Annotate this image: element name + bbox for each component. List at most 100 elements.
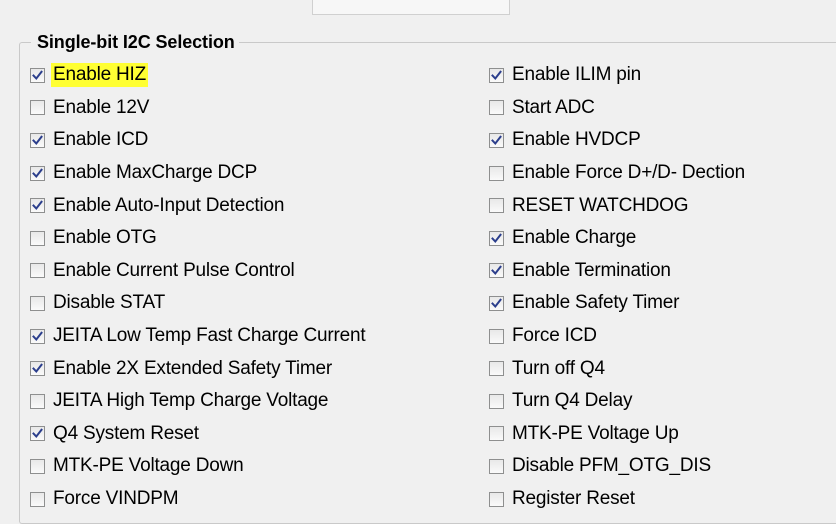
checkbox-box[interactable] xyxy=(30,426,45,442)
checkbox-label: Enable Auto-Input Detection xyxy=(53,194,285,216)
checkbox-enable-termination[interactable]: Enable Termination xyxy=(489,255,747,288)
checkbox-box[interactable] xyxy=(30,295,45,311)
check-mark-icon xyxy=(491,298,502,308)
checkbox-q4-system-reset[interactable]: Q4 System Reset xyxy=(30,418,367,451)
checkbox-label: Disable PFM_OTG_DIS xyxy=(512,455,711,477)
checkbox-box[interactable] xyxy=(489,67,504,83)
checkbox-label: Enable 2X Extended Safety Timer xyxy=(53,357,332,379)
checkbox-turn-off-q4[interactable]: Turn off Q4 xyxy=(489,352,747,385)
checkbox-box[interactable] xyxy=(489,393,504,409)
checkbox-label: Enable Termination xyxy=(512,259,671,281)
checkbox-box[interactable] xyxy=(30,393,45,409)
checkbox-enable-otg[interactable]: Enable OTG xyxy=(30,222,367,255)
checkbox-force-icd[interactable]: Force ICD xyxy=(489,320,747,353)
checkbox-jeita-low-temp-fast-charge-current[interactable]: JEITA Low Temp Fast Charge Current xyxy=(30,320,367,353)
checkbox-label: Enable HVDCP xyxy=(512,129,641,151)
checkbox-label: Enable Charge xyxy=(512,227,637,249)
checkbox-box[interactable] xyxy=(489,100,504,116)
check-mark-icon xyxy=(32,330,43,341)
checkbox-box[interactable] xyxy=(30,132,45,148)
checkbox-box[interactable] xyxy=(489,165,504,181)
checkbox-enable-charge[interactable]: Enable Charge xyxy=(489,222,747,255)
checkbox-enable-hvdcp[interactable]: Enable HVDCP xyxy=(489,124,747,157)
checkbox-box[interactable] xyxy=(489,230,504,246)
checkbox-label: RESET WATCHDOG xyxy=(512,194,689,216)
checkbox-label: Force VINDPM xyxy=(53,488,179,510)
check-mark-icon xyxy=(32,200,43,211)
checkbox-enable-hiz[interactable]: Enable HIZ xyxy=(30,59,367,92)
checkbox-label: Enable ILIM pin xyxy=(512,64,642,86)
checkbox-box[interactable] xyxy=(30,67,45,83)
checkbox-box[interactable] xyxy=(489,491,504,507)
checkbox-disable-stat[interactable]: Disable STAT xyxy=(30,287,367,320)
checkbox-box[interactable] xyxy=(30,165,45,181)
check-mark-icon xyxy=(32,167,43,178)
checkbox-box[interactable] xyxy=(30,198,45,214)
checkbox-box[interactable] xyxy=(30,361,45,377)
check-mark-icon xyxy=(32,363,43,374)
checkbox-box[interactable] xyxy=(30,263,45,279)
check-mark-icon xyxy=(491,265,502,276)
checkbox-enable-force-d-d-dection[interactable]: Enable Force D+/D- Dection xyxy=(489,157,747,190)
right-options-column: Enable ILIM pin Start ADC Enable HVDCP Enab… xyxy=(489,59,747,515)
checkbox-label: MTK-PE Voltage Up xyxy=(512,422,679,444)
checkbox-enable-maxcharge-dcp[interactable]: Enable MaxCharge DCP xyxy=(30,157,367,190)
checkbox-label: Enable HIZ xyxy=(51,63,149,88)
checkbox-box[interactable] xyxy=(489,458,504,474)
checkbox-disable-pfm-otg-dis[interactable]: Disable PFM_OTG_DIS xyxy=(489,450,747,483)
checkbox-label: MTK-PE Voltage Down xyxy=(53,455,244,477)
group-title: Single-bit I2C Selection xyxy=(31,31,239,53)
checkbox-label: Turn Q4 Delay xyxy=(512,390,633,412)
checkbox-box[interactable] xyxy=(30,328,45,344)
checkbox-label: Enable Current Pulse Control xyxy=(53,259,295,281)
check-mark-icon xyxy=(32,70,43,80)
left-options-column: Enable HIZ Enable 12V Enable ICD Enable Max… xyxy=(30,59,367,515)
checkbox-label: Enable ICD xyxy=(53,129,149,151)
checkbox-label: Q4 System Reset xyxy=(53,422,199,444)
checkbox-enable-safety-timer[interactable]: Enable Safety Timer xyxy=(489,287,747,320)
checkbox-jeita-high-temp-charge-voltage[interactable]: JEITA High Temp Charge Voltage xyxy=(30,385,367,418)
checkbox-register-reset[interactable]: Register Reset xyxy=(489,483,747,516)
checkbox-mtk-pe-voltage-up[interactable]: MTK-PE Voltage Up xyxy=(489,418,747,451)
checkbox-mtk-pe-voltage-down[interactable]: MTK-PE Voltage Down xyxy=(30,450,367,483)
checkbox-box[interactable] xyxy=(489,198,504,214)
checkbox-enable-12v[interactable]: Enable 12V xyxy=(30,92,367,125)
checkbox-label: Register Reset xyxy=(512,488,635,510)
checkbox-box[interactable] xyxy=(489,361,504,377)
checkbox-enable-current-pulse-control[interactable]: Enable Current Pulse Control xyxy=(30,255,367,288)
checkbox-box[interactable] xyxy=(30,230,45,246)
checkbox-box[interactable] xyxy=(489,426,504,442)
checkbox-enable-icd[interactable]: Enable ICD xyxy=(30,124,367,157)
check-mark-icon xyxy=(491,70,502,80)
checkbox-label: JEITA Low Temp Fast Charge Current xyxy=(53,325,366,347)
check-mark-icon xyxy=(491,233,502,243)
check-mark-icon xyxy=(32,428,43,439)
checkbox-label: Start ADC xyxy=(512,96,595,118)
checkbox-enable-ilim-pin[interactable]: Enable ILIM pin xyxy=(489,59,747,92)
checkbox-label: Turn off Q4 xyxy=(512,357,605,379)
top-tab[interactable] xyxy=(312,0,510,15)
checkbox-box[interactable] xyxy=(30,100,45,116)
checkbox-label: Enable MaxCharge DCP xyxy=(53,162,258,184)
checkbox-box[interactable] xyxy=(30,458,45,474)
check-mark-icon xyxy=(32,135,43,146)
checkbox-turn-q4-delay[interactable]: Turn Q4 Delay xyxy=(489,385,747,418)
checkbox-label: Enable 12V xyxy=(53,96,150,118)
checkbox-label: Enable Force D+/D- Dection xyxy=(512,162,745,184)
checkbox-box[interactable] xyxy=(30,491,45,507)
checkbox-label: Disable STAT xyxy=(53,292,165,314)
checkbox-enable-2x-extended-safety-timer[interactable]: Enable 2X Extended Safety Timer xyxy=(30,352,367,385)
checkbox-label: Enable Safety Timer xyxy=(512,292,680,314)
checkbox-reset-watchdog[interactable]: RESET WATCHDOG xyxy=(489,189,747,222)
checkbox-label: Force ICD xyxy=(512,325,597,347)
checkbox-force-vindpm[interactable]: Force VINDPM xyxy=(30,483,367,516)
checkbox-box[interactable] xyxy=(489,263,504,279)
checkbox-label: Enable OTG xyxy=(53,227,157,249)
checkbox-box[interactable] xyxy=(489,328,504,344)
checkbox-start-adc[interactable]: Start ADC xyxy=(489,92,747,125)
checkbox-label: JEITA High Temp Charge Voltage xyxy=(53,390,329,412)
checkbox-box[interactable] xyxy=(489,132,504,148)
checkbox-enable-auto-input-detection[interactable]: Enable Auto-Input Detection xyxy=(30,189,367,222)
check-mark-icon xyxy=(491,135,502,146)
checkbox-box[interactable] xyxy=(489,295,504,311)
